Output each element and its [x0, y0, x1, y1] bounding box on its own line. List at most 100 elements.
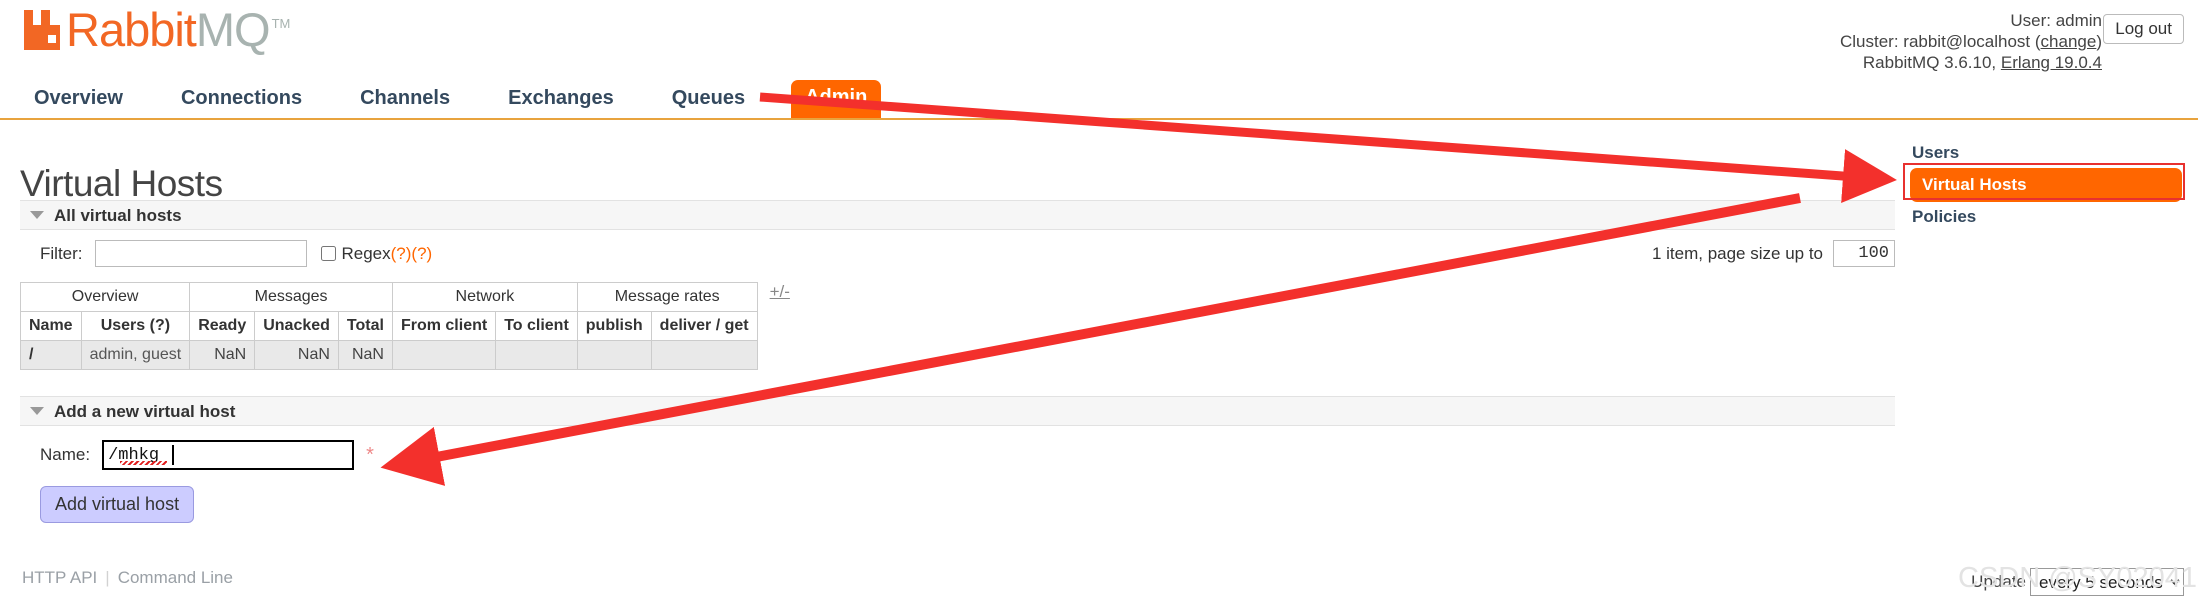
group-header-message-rates: Message rates [576, 282, 758, 312]
all-vhosts-section-header[interactable]: All virtual hosts [20, 200, 1895, 230]
column-header-name[interactable]: Name [20, 311, 82, 341]
add-vhost-button[interactable]: Add virtual host [40, 486, 195, 523]
nav-item-overview[interactable]: Overview [22, 81, 135, 118]
vhost-name-row: Name: * [20, 440, 1895, 470]
column-header-users[interactable]: Users (?) [80, 311, 191, 341]
add-vhost-section: Add a new virtual host Name: * Add virtu… [20, 396, 1895, 543]
column-header-publish[interactable]: publish [576, 311, 652, 341]
cell-ready: NaN [189, 340, 256, 370]
chevron-down-icon[interactable] [30, 210, 44, 219]
page-size-input[interactable] [1833, 240, 1895, 267]
item-count-label: 1 item, page size up to [1651, 243, 1823, 263]
table-group-header-row: Overview Messages Network Message rates [19, 282, 758, 312]
rabbitmq-version: RabbitMQ 3.6.10, [1862, 53, 2001, 72]
command-line-link[interactable]: Command Line [118, 568, 233, 587]
cell-total: NaN [337, 340, 393, 370]
cell-publish [576, 340, 652, 370]
filter-row: Filter: Regex (?) (?) 1 item, page size u… [20, 230, 1895, 276]
sidebar-item-policies[interactable]: Policies [1910, 202, 2182, 232]
toggle-columns-link[interactable]: +/- [758, 282, 790, 302]
add-vhost-section-label: Add a new virtual host [54, 402, 236, 421]
nav-list: Overview Connections Channels Exchanges … [0, 80, 2198, 118]
vhost-name-input-wrapper [102, 440, 355, 470]
cluster-label: Cluster: rabbit@localhost ( [1839, 32, 2041, 51]
rabbitmq-logo[interactable]: Rabbit MQ TM [22, 3, 291, 56]
rabbitmq-logo-icon [22, 8, 62, 52]
regex-label: Regex [341, 243, 391, 263]
nav-link-exchanges[interactable]: Exchanges [496, 81, 626, 118]
add-vhost-form: Name: * Add virtual host [20, 426, 1895, 543]
nav-link-admin[interactable]: Admin [791, 80, 882, 118]
logout-button[interactable]: Log out [2103, 14, 2184, 44]
version-line: RabbitMQ 3.6.10, Erlang 19.0.4 [1840, 52, 2102, 73]
cluster-change-link[interactable]: change [2041, 32, 2097, 51]
page-title: Virtual Hosts [20, 162, 223, 204]
page-header: Rabbit MQ TM User: admin Cluster: rabbit… [0, 0, 2198, 78]
filter-label: Filter: [40, 243, 83, 263]
footer-links: HTTP API | Command Line [22, 568, 233, 588]
sidebar-item-users[interactable]: Users [1910, 138, 2182, 168]
main-content: All virtual hosts Filter: Regex (?) (?) 1… [19, 200, 1895, 543]
cell-unacked: NaN [254, 340, 339, 370]
column-header-ready[interactable]: Ready [189, 311, 256, 341]
nav-item-exchanges[interactable]: Exchanges [496, 81, 626, 118]
vhosts-table-wrapper: Overview Messages Network Message rates … [19, 282, 1895, 370]
footer-divider: | [105, 568, 110, 587]
all-vhosts-section-label: All virtual hosts [54, 206, 182, 225]
erlang-version-link[interactable]: Erlang 19.0.4 [2001, 53, 2102, 72]
nav-item-connections[interactable]: Connections [169, 81, 314, 118]
vhost-name-label: Name: [40, 445, 91, 464]
refresh-interval-select[interactable]: every 5 seconds [2030, 568, 2184, 596]
rabbitmq-management-page: Rabbit MQ TM User: admin Cluster: rabbit… [0, 0, 2198, 601]
column-header-from-client[interactable]: From client [391, 311, 497, 341]
user-info-block: User: admin Cluster: rabbit@localhost (c… [1840, 10, 2102, 73]
vhosts-table-head: Overview Messages Network Message rates … [19, 282, 758, 341]
cluster-line: Cluster: rabbit@localhost (change) [1840, 31, 2102, 52]
regex-checkbox[interactable] [320, 246, 336, 261]
cell-from-client [391, 340, 497, 370]
logo-text-mq: MQ [195, 3, 271, 56]
http-api-link[interactable]: HTTP API [22, 568, 97, 587]
chevron-down-icon[interactable] [30, 406, 44, 415]
admin-sidebar: Users Virtual Hosts Policies [1910, 138, 2182, 232]
filter-input[interactable] [94, 240, 307, 267]
nav-item-queues[interactable]: Queues [660, 81, 757, 118]
cell-vhost-name[interactable]: / [20, 340, 82, 370]
group-header-network: Network [391, 282, 578, 312]
vhost-name-input[interactable] [102, 440, 355, 470]
table-row[interactable]: / admin, guest NaN NaN NaN [20, 340, 758, 370]
column-header-to-client[interactable]: To client [495, 311, 578, 341]
main-navigation: Overview Connections Channels Exchanges … [0, 80, 2198, 120]
refresh-controls: Update every 5 seconds [1971, 568, 2184, 596]
group-header-messages: Messages [189, 282, 393, 312]
logo-text-rabbit: Rabbit [66, 3, 197, 56]
group-header-overview: Overview [19, 282, 191, 312]
nav-link-overview[interactable]: Overview [22, 81, 135, 118]
column-header-unacked[interactable]: Unacked [254, 311, 339, 341]
vhosts-table-body: / admin, guest NaN NaN NaN [20, 340, 758, 370]
table-column-header-row: Name Users (?) Ready Unacked Total From … [20, 311, 758, 341]
nav-item-channels[interactable]: Channels [348, 81, 462, 118]
nav-link-queues[interactable]: Queues [660, 81, 757, 118]
update-label: Update [1971, 572, 2026, 591]
logo-trademark: TM [271, 16, 291, 31]
cell-to-client [495, 340, 578, 370]
cell-vhost-users: admin, guest [80, 340, 191, 370]
page-footer: HTTP API | Command Line Update every 5 sec… [0, 558, 2198, 601]
pagination-controls: 1 item, page size up to [1652, 240, 1895, 267]
vhosts-table: Overview Messages Network Message rates … [19, 282, 758, 370]
regex-help-icon-2[interactable]: (?) [411, 244, 432, 264]
cell-deliver-get [650, 340, 758, 370]
user-line: User: admin [2010, 11, 2102, 30]
regex-help-icon-1[interactable]: (?) [391, 244, 412, 264]
sidebar-item-virtual-hosts[interactable]: Virtual Hosts [1910, 168, 2182, 202]
nav-link-channels[interactable]: Channels [348, 81, 462, 118]
required-field-marker: * [366, 443, 374, 466]
column-header-deliver-get[interactable]: deliver / get [650, 311, 758, 341]
add-vhost-section-header[interactable]: Add a new virtual host [20, 396, 1895, 426]
nav-link-connections[interactable]: Connections [169, 81, 314, 118]
column-header-total[interactable]: Total [337, 311, 393, 341]
nav-item-admin[interactable]: Admin [791, 80, 882, 118]
filter-controls: Filter: Regex (?) (?) [40, 240, 432, 267]
cluster-close-paren: ) [2096, 32, 2102, 51]
